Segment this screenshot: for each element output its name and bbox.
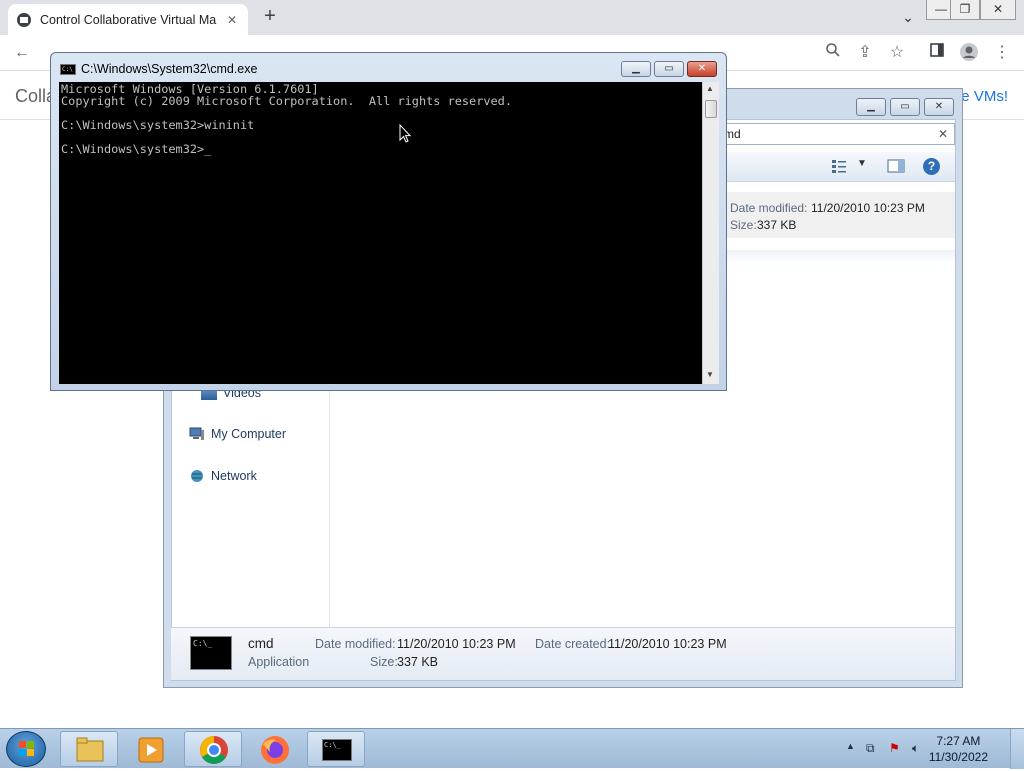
search-result-item[interactable]: Date modified: 11/20/2010 10:23 PM Size:… [727, 192, 955, 238]
explorer-details-pane: C:\_ cmd Application Date modified: 11/2… [171, 627, 955, 680]
computer-icon [189, 427, 205, 441]
details-file-type: Application [248, 655, 310, 669]
firefox-icon [261, 736, 289, 764]
details-size-value: 337 KB [397, 655, 439, 669]
taskbar-media-player-button[interactable] [121, 731, 179, 767]
cmd-scrollbar[interactable]: ▲ ▼ [702, 82, 719, 384]
tab-title: Control Collaborative Virtual Ma [40, 12, 217, 27]
clock-time: 7:27 AM [936, 734, 981, 748]
browser-tab-strip: Control Collaborative Virtual Ma ✕ + ⌄ —… [0, 0, 1024, 35]
details-file-name: cmd [248, 636, 274, 651]
taskbar-cmd-button[interactable]: C:\_ [307, 731, 365, 767]
explorer-maximize-button[interactable]: ▭ [890, 98, 920, 116]
taskbar-clock[interactable]: 7:27 AM 11/30/2022 [929, 733, 988, 765]
details-size-label: Size: [370, 655, 398, 669]
help-icon[interactable]: ? [923, 158, 940, 175]
nav-item-label: My Computer [211, 427, 287, 441]
volume-icon[interactable]: 🔈︎ [912, 741, 919, 756]
explorer-close-button[interactable]: ✕ [924, 98, 954, 116]
view-options-icon[interactable] [831, 159, 847, 173]
explorer-navigation-pane: Videos My Computer Network [171, 378, 330, 628]
nav-item-network[interactable]: Network [189, 469, 257, 483]
scroll-thumb[interactable] [705, 100, 717, 118]
side-panel-icon[interactable] [926, 42, 948, 64]
cmd-maximize-button[interactable]: ▭ [654, 61, 684, 77]
browser-menu-icon[interactable]: ⋮ [991, 42, 1013, 64]
taskbar-firefox-button[interactable] [245, 731, 303, 767]
nav-item-my-computer[interactable]: My Computer [189, 427, 286, 441]
preview-pane-icon[interactable] [887, 159, 905, 176]
cmd-app-icon: C:\_ [190, 636, 232, 670]
result-size-label: Size: [730, 218, 757, 232]
details-date-created-value: 11/20/2010 10:23 PM [608, 637, 727, 651]
network-tray-icon[interactable]: ⧉ [866, 741, 875, 756]
bookmark-star-icon[interactable]: ☆ [886, 42, 908, 64]
details-date-created-label: Date created: [535, 637, 611, 651]
details-date-modified-value: 11/20/2010 10:23 PM [397, 637, 516, 651]
cmd-taskbar-icon: C:\_ [322, 739, 352, 761]
cmd-window[interactable]: C:\ C:\Windows\System32\cmd.exe ▁ ▭ ✕ Mi… [50, 52, 727, 391]
cmd-console-text: Microsoft Windows [Version 6.1.7601] Cop… [61, 82, 513, 156]
windows-taskbar: C:\_ ▲ ⧉ ⚑ 🔈︎ 7:27 AM 11/30/2022 [0, 728, 1024, 769]
result-separator [727, 250, 955, 264]
tray-expand-arrow-icon[interactable]: ▲ [846, 741, 855, 751]
tab-close-icon[interactable]: ✕ [224, 13, 240, 27]
folder-icon [76, 737, 104, 762]
cmd-minimize-button[interactable]: ▁ [621, 61, 651, 77]
explorer-minimize-button[interactable]: ▁ [856, 98, 886, 116]
back-arrow-icon[interactable]: ← [11, 42, 33, 64]
view-dropdown-chevron-icon[interactable]: ▼ [857, 158, 867, 169]
new-tab-button[interactable]: + [258, 5, 282, 29]
mouse-cursor-icon [399, 124, 411, 143]
scroll-down-arrow-icon[interactable]: ▼ [706, 370, 714, 379]
details-date-modified-label: Date modified: [315, 637, 396, 651]
nav-item-label: Network [211, 469, 257, 483]
result-size-value: 337 KB [757, 218, 797, 232]
cmd-window-icon: C:\ [60, 64, 76, 75]
search-clear-icon[interactable]: ✕ [938, 124, 948, 144]
tab-search-chevron-icon[interactable]: ⌄ [893, 8, 923, 28]
browser-tab[interactable]: Control Collaborative Virtual Ma ✕ [8, 4, 248, 35]
taskbar-chrome-button[interactable] [184, 731, 242, 767]
action-center-icon[interactable]: ⚑ [889, 741, 900, 755]
site-favicon-icon [17, 12, 31, 27]
clock-date: 11/30/2022 [928, 750, 988, 764]
cmd-close-button[interactable]: ✕ [687, 61, 717, 77]
explorer-search-input[interactable]: md ✕ [719, 123, 955, 145]
taskbar-explorer-button[interactable] [60, 731, 118, 767]
browser-restore-button[interactable]: ❐ [950, 0, 980, 20]
browser-close-button[interactable]: ✕ [980, 0, 1016, 20]
profile-avatar-icon[interactable] [958, 42, 980, 64]
chrome-icon [200, 736, 228, 764]
start-button[interactable] [6, 731, 46, 767]
result-date-modified-value: 11/20/2010 10:23 PM [811, 201, 925, 215]
media-player-icon [138, 737, 164, 763]
cmd-console[interactable]: Microsoft Windows [Version 6.1.7601] Cop… [59, 82, 702, 384]
share-icon[interactable]: ⇪ [854, 42, 876, 64]
network-icon [189, 469, 205, 483]
show-desktop-button[interactable] [1010, 729, 1024, 769]
vms-link[interactable]: re VMs! [956, 88, 1008, 105]
zoom-search-icon[interactable] [822, 42, 844, 64]
cmd-window-title: C:\Windows\System32\cmd.exe [81, 62, 258, 76]
result-date-modified-label: Date modified: [730, 201, 808, 215]
scroll-up-arrow-icon[interactable]: ▲ [706, 84, 714, 93]
